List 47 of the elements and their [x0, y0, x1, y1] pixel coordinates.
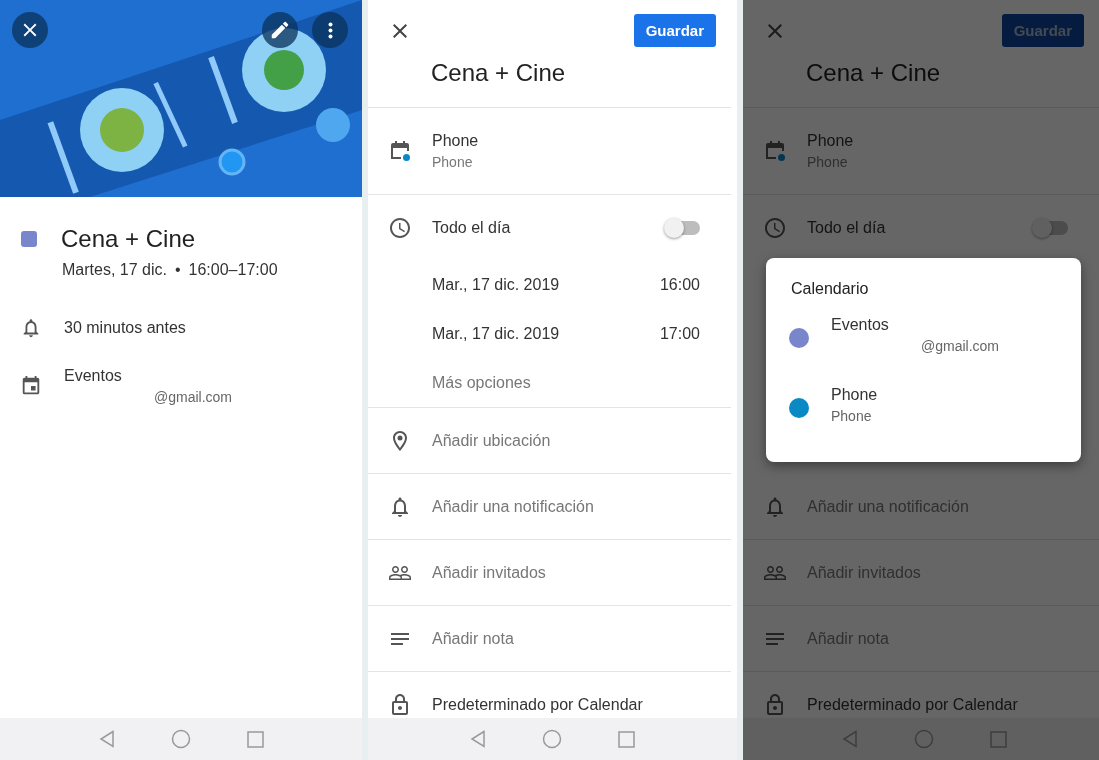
calendar-name: Eventos — [64, 367, 123, 385]
start-date[interactable]: Mar., 17 dic. 2019 — [432, 276, 560, 295]
more-options-link[interactable]: Más opciones — [432, 373, 531, 392]
home-icon[interactable] — [542, 729, 562, 749]
end-time[interactable]: 17:00 — [659, 324, 700, 343]
calendar-icon — [763, 139, 787, 163]
calendar-account: Phone — [432, 154, 474, 170]
calendar-name: Phone — [432, 132, 479, 150]
add-row[interactable]: Añadir nota — [368, 606, 731, 672]
event-title-field[interactable]: Cena + Cine — [743, 47, 1099, 87]
reminder-text: 30 minutos antes — [64, 319, 186, 337]
all-day-label: Todo el día — [432, 218, 511, 237]
calendar-name[interactable]: Phone — [831, 386, 878, 404]
start-time[interactable]: 16:00 — [659, 276, 700, 295]
more-vertical-icon — [327, 21, 333, 39]
calendar-account: @gmail.com — [920, 338, 999, 354]
add-row[interactable]: Añadir una notificación — [368, 474, 731, 540]
pencil-icon — [269, 19, 291, 41]
end-date[interactable]: Mar., 17 dic. 2019 — [432, 324, 560, 343]
account-email: @gmail.com — [153, 389, 232, 405]
add-row[interactable]: Añadir ubicación — [368, 408, 731, 474]
separator-dot: • — [174, 261, 181, 279]
calendar-name: Phone — [807, 132, 854, 150]
event-title: Cena + Cine — [61, 225, 196, 253]
calendar-name[interactable]: Eventos — [831, 316, 999, 334]
home-icon[interactable] — [913, 729, 934, 749]
back-icon[interactable] — [470, 730, 486, 748]
back-icon[interactable] — [841, 730, 858, 748]
calendar-icon — [388, 139, 412, 163]
event-date: Martes, 17 dic. — [62, 261, 167, 279]
home-icon[interactable] — [170, 729, 191, 749]
recents-icon[interactable] — [246, 730, 264, 748]
all-day-label: Todo el día — [807, 219, 886, 237]
clock-icon — [763, 216, 787, 240]
event-title-field[interactable]: Cena + Cine — [368, 47, 731, 87]
add-row[interactable]: Añadir invitados — [368, 540, 731, 606]
recents-icon[interactable] — [618, 730, 635, 748]
all-day-toggle[interactable] — [666, 220, 700, 235]
calendar-icon — [20, 375, 42, 397]
back-icon[interactable] — [98, 730, 115, 748]
clock-icon — [388, 215, 412, 240]
save-button[interactable]: Guardar — [633, 14, 716, 47]
all-day-toggle[interactable] — [1034, 221, 1068, 235]
calendar-account: Phone — [831, 408, 873, 424]
event-time: 16:00–17:00 — [188, 261, 278, 279]
dialog-title: Calendario — [790, 280, 870, 298]
recents-icon[interactable] — [989, 730, 1007, 748]
